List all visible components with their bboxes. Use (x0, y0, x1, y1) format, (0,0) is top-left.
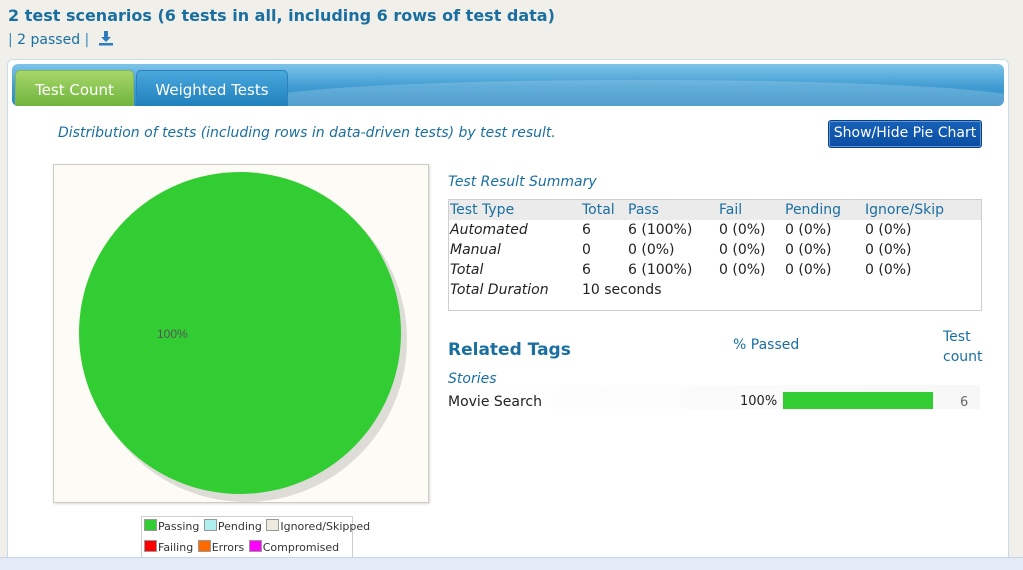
table-cell: 0 (0%) (865, 222, 912, 238)
test-report-page: 2 test scenarios (6 tests in all, includ… (0, 0, 1023, 570)
table-spacer (449, 300, 981, 310)
legend-item-passing: Passing (144, 519, 199, 533)
table-cell: Total (450, 262, 484, 278)
duration-value: 10 seconds (582, 282, 662, 298)
swatch-passing (144, 519, 157, 531)
legend-item-failing: Failing (144, 540, 193, 554)
report-header: 2 test scenarios (6 tests in all, includ… (8, 5, 555, 51)
table-cell: 6 (100%) (628, 262, 693, 278)
legend-label: Pending (217, 520, 262, 533)
swatch-pending (203, 519, 217, 531)
download-icon[interactable] (98, 30, 114, 51)
column-header: Fail (719, 202, 743, 218)
table-cell: 0 (0%) (719, 222, 766, 238)
column-header: Test Type (450, 202, 515, 218)
table-cell: 0 (0%) (719, 262, 766, 278)
table-cell: 0 (0%) (865, 262, 912, 278)
tag-percent: 100% (740, 394, 778, 409)
pie-legend: Passing Pending Ignored/Skipped Failing … (141, 516, 370, 560)
legend-label: Ignored/Skipped (280, 520, 371, 533)
legend-item-errors: Errors (197, 540, 245, 554)
table-cell: Manual (450, 242, 501, 258)
table-cell: 0 (0%) (719, 242, 766, 258)
legend-item-ignored: Ignored/Skipped (266, 519, 370, 533)
legend-item-compromised: Compromised (248, 540, 340, 554)
table-header-row: Test Type Total Pass Fail Pending Ignore… (449, 200, 981, 220)
test-result-summary-title: Test Result Summary (448, 174, 597, 190)
related-tags-title: Related Tags (448, 340, 571, 360)
tag-row-movie-search: Movie Search 100% 6 (443, 385, 980, 410)
table-cell: 6 (100%) (628, 222, 693, 238)
bottom-scroll-strip (0, 557, 1023, 570)
duration-label: Total Duration (450, 282, 549, 298)
table-cell: Automated (450, 222, 528, 238)
legend-item-pending: Pending (203, 519, 262, 533)
table-cell: 0 (582, 242, 591, 258)
column-header: Pending (785, 202, 841, 218)
tag-test-count: 6 (960, 395, 969, 410)
table-row: Total 6 6 (100%) 0 (0%) 0 (0%) 0 (0%) (449, 260, 981, 280)
table-row: Automated 6 6 (100%) 0 (0%) 0 (0%) 0 (0%… (449, 220, 981, 240)
table-cell: 0 (0%) (785, 222, 832, 238)
column-header: Ignore/Skip (865, 202, 945, 218)
swatch-errors (197, 540, 211, 552)
legend-label: Passing (158, 520, 200, 533)
report-panel: Test Count Weighted Tests Distribution o… (7, 59, 1009, 570)
tag-progress-fill (783, 392, 933, 409)
tab-bar: Test Count Weighted Tests (12, 64, 1004, 106)
percent-passed-header: % Passed (733, 337, 800, 353)
table-row: Manual 0 0 (0%) 0 (0%) 0 (0%) 0 (0%) (449, 240, 981, 260)
legend-label: Compromised (262, 541, 340, 554)
table-row-duration: Total Duration 10 seconds (449, 280, 981, 300)
test-result-summary-table: Test Type Total Pass Fail Pending Ignore… (448, 199, 982, 311)
tab-bar-decoration (262, 80, 1004, 106)
swatch-failing (144, 540, 157, 552)
table-cell: 0 (0%) (785, 242, 832, 258)
table-cell: 0 (0%) (865, 242, 912, 258)
table-cell: 0 (0%) (628, 242, 675, 258)
legend-row: Passing Pending Ignored/Skipped (144, 519, 371, 535)
page-title: 2 test scenarios (6 tests in all, includ… (8, 6, 555, 25)
tag-name[interactable]: Movie Search (448, 394, 542, 410)
distribution-description: Distribution of tests (including rows in… (58, 125, 556, 141)
pie-slice-passing (79, 172, 401, 494)
separator: | (84, 32, 90, 48)
pie-chart: 100% (53, 164, 429, 503)
legend-label: Errors (211, 541, 245, 554)
tag-progress-bar (783, 392, 933, 409)
table-cell: 6 (582, 222, 591, 238)
swatch-ignored (266, 519, 280, 531)
show-hide-pie-chart-button[interactable]: Show/Hide Pie Chart (828, 120, 982, 148)
pie-slice-label: 100% (157, 327, 188, 341)
legend-row: Failing Errors Compromised (144, 540, 340, 556)
separator: | (8, 32, 13, 48)
column-header: Total (582, 202, 615, 218)
column-header: Pass (628, 202, 659, 218)
table-cell: 6 (582, 262, 591, 278)
test-count-header: Test count (943, 329, 983, 365)
legend-label: Failing (158, 541, 194, 554)
passed-link[interactable]: 2 passed (17, 32, 80, 48)
tab-test-count[interactable]: Test Count (15, 70, 134, 106)
pie-chart-svg: 100% (79, 172, 407, 502)
table-cell: 0 (0%) (785, 262, 832, 278)
tab-weighted-tests[interactable]: Weighted Tests (136, 70, 288, 106)
summary-line: | 2 passed | (8, 30, 555, 51)
swatch-compromised (248, 540, 262, 552)
